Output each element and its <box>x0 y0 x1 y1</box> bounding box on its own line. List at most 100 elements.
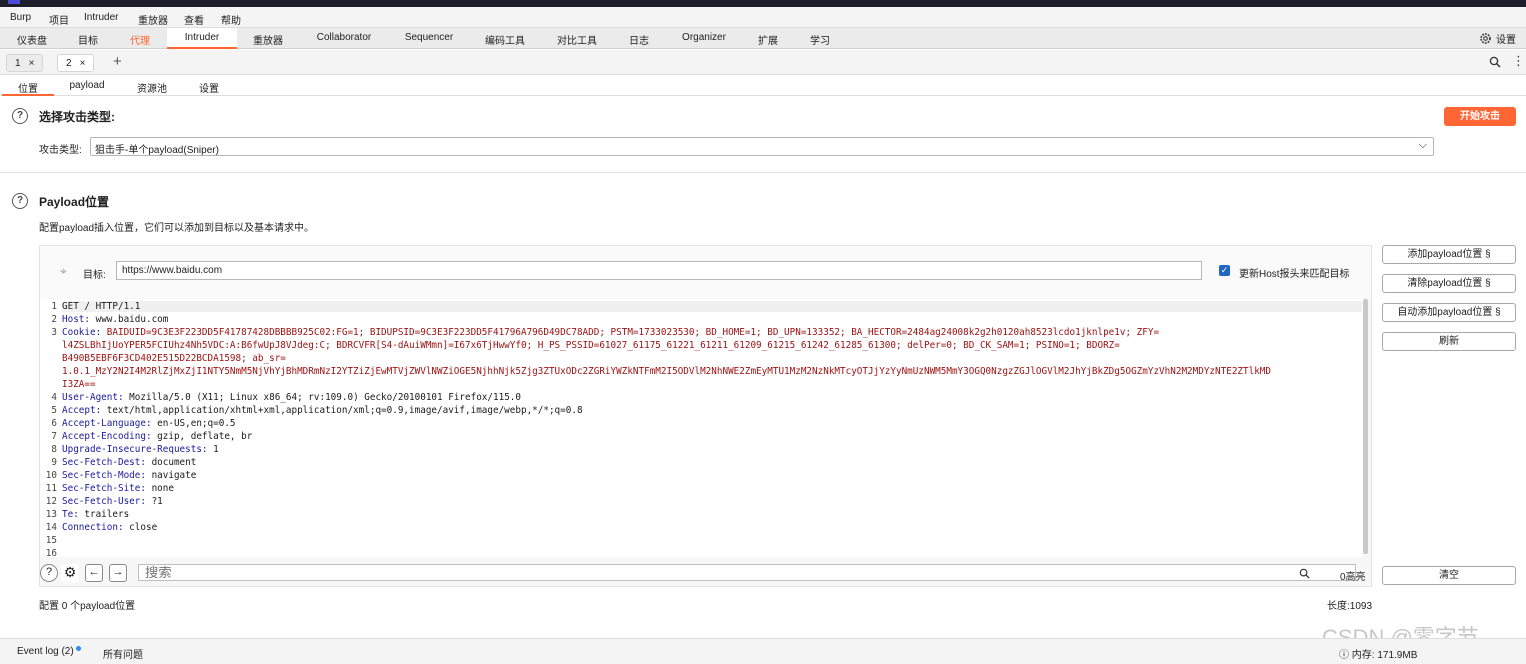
app-logo <box>8 0 20 4</box>
request-line[interactable]: Connection: close <box>62 522 157 533</box>
line-number: 5 <box>51 405 57 416</box>
request-tab-bar: 1 × 2 × + ⋮ <box>0 50 1526 75</box>
start-attack-button[interactable]: 开始攻击 <box>1444 107 1516 126</box>
tab-sequencer[interactable]: Sequencer <box>394 28 464 48</box>
notification-dot-icon <box>75 646 81 651</box>
attack-type-value: 狙击手-单个payload(Sniper) <box>95 145 219 156</box>
info-icon: ⓘ <box>1339 650 1352 661</box>
plus-icon[interactable]: + <box>113 53 122 70</box>
menu-repeater[interactable]: 重放器 <box>138 12 168 27</box>
request-line[interactable]: Cookie: BAIDUID=9C3E3F223DD5F41787428DBB… <box>62 327 1159 338</box>
attack-type-select[interactable]: 狙击手-单个payload(Sniper) ⌵ <box>90 137 1434 156</box>
close-icon[interactable]: × <box>80 58 86 69</box>
search-bar: ? ⚙ ← → 0高亮 <box>40 559 1371 586</box>
search-icon[interactable] <box>1489 56 1501 68</box>
tab-payloads[interactable]: payload <box>62 76 112 96</box>
tab-extensions[interactable]: 扩展 <box>750 28 786 48</box>
tab-learn[interactable]: 学习 <box>802 28 838 48</box>
tab-settings-sub[interactable]: 设置 <box>188 76 230 96</box>
tab-dashboard[interactable]: 仪表盘 <box>6 28 58 48</box>
request-line[interactable]: Accept-Language: en-US,en;q=0.5 <box>62 418 236 429</box>
menu-view[interactable]: 查看 <box>184 12 204 27</box>
request-tab-1[interactable]: 1 × <box>6 54 44 72</box>
payload-positions-description: 配置payload插入位置，它们可以添加到目标以及基本请求中。 <box>39 223 315 234</box>
menu-intruder[interactable]: Intruder <box>84 12 118 23</box>
line-number: 1 <box>51 301 57 312</box>
search-icon[interactable] <box>1299 568 1310 579</box>
search-input[interactable] <box>138 564 1356 581</box>
editor-scrollbar[interactable] <box>1363 299 1368 554</box>
section-divider <box>0 172 1526 173</box>
memory-indicator: ⓘ 内存: 171.9MB <box>1339 646 1417 661</box>
highlight-count: 0高亮 <box>1340 572 1366 583</box>
line-number: 14 <box>45 522 57 533</box>
line-number: 4 <box>51 392 57 403</box>
sub-tab-bar: 位置 payload 资源池 设置 <box>0 76 1526 96</box>
request-line[interactable]: B490B5EBF6F3CD402E515D22BCDA1598; ab_sr= <box>62 353 286 364</box>
clear-button[interactable]: 清空 <box>1382 566 1516 585</box>
request-line[interactable]: Accept-Encoding: gzip, deflate, br <box>62 431 252 442</box>
auto-add-payload-positions-button[interactable]: 自动添加payload位置 § <box>1382 303 1516 322</box>
request-body-editor[interactable]: 1 GET / HTTP/1.1 2 Host: www.baidu.com 3 Cook… <box>40 299 1363 559</box>
tab-comparer[interactable]: 对比工具 <box>546 28 608 48</box>
gear-icon[interactable]: ⚙ <box>61 564 79 582</box>
line-number: 2 <box>51 314 57 325</box>
event-log-link[interactable]: Event log (2) <box>17 646 81 657</box>
request-line[interactable]: User-Agent: Mozilla/5.0 (X11; Linux x86_… <box>62 392 521 403</box>
clear-payload-positions-button[interactable]: 清除payload位置 § <box>1382 274 1516 293</box>
help-icon[interactable]: ? <box>12 108 28 124</box>
close-icon[interactable]: × <box>29 58 35 69</box>
refresh-button[interactable]: 刷新 <box>1382 332 1516 351</box>
add-payload-position-button[interactable]: 添加payload位置 § <box>1382 245 1516 264</box>
more-vertical-icon[interactable]: ⋮ <box>1512 53 1525 69</box>
request-line[interactable]: l4ZSLBhIjUoYPER5FCIUhz4Nh5VDC:A:B6fwUpJ8… <box>62 340 1120 351</box>
menu-project[interactable]: 项目 <box>49 12 69 27</box>
tab-proxy[interactable]: 代理 <box>118 28 162 48</box>
status-bar: Event log (2) 所有问题 ⓘ 内存: 171.9MB <box>0 638 1526 664</box>
tab-resource-pool[interactable]: 资源池 <box>128 76 176 96</box>
request-line[interactable]: Accept: text/html,application/xhtml+xml,… <box>62 405 583 416</box>
settings-button[interactable]: 设置 <box>1479 31 1516 46</box>
request-line[interactable]: Host: www.baidu.com <box>62 314 168 325</box>
help-icon[interactable]: ? <box>12 193 28 209</box>
tab-collaborator[interactable]: Collaborator <box>305 28 383 48</box>
menu-burp[interactable]: Burp <box>10 12 31 23</box>
tab-organizer[interactable]: Organizer <box>670 28 738 48</box>
request-tab-2[interactable]: 2 × <box>57 54 95 72</box>
request-line[interactable]: Sec-Fetch-Mode: navigate <box>62 470 196 481</box>
tab-logger[interactable]: 日志 <box>618 28 660 48</box>
request-line[interactable]: GET / HTTP/1.1 <box>62 301 1362 312</box>
request-line[interactable]: Sec-Fetch-Dest: document <box>62 457 196 468</box>
arrow-left-icon[interactable]: ← <box>85 564 103 582</box>
memory-label: 内存: 171.9MB <box>1351 650 1418 661</box>
main-tab-bar: 仪表盘 目标 代理 Intruder 重放器 Collaborator Sequ… <box>0 28 1526 49</box>
update-host-label: 更新Host报头来匹配目标 <box>1239 269 1350 280</box>
tab-decoder[interactable]: 编码工具 <box>474 28 536 48</box>
line-number: 3 <box>51 327 57 338</box>
request-line[interactable]: Upgrade-Insecure-Requests: 1 <box>62 444 219 455</box>
line-number: 10 <box>45 470 57 481</box>
request-line[interactable]: 1.0.1_MzY2N2I4M2RlZjMxZjI1NTY5NmM5NjVhYj… <box>62 366 1271 377</box>
tab-intruder[interactable]: Intruder <box>167 28 237 49</box>
line-number: 6 <box>51 418 57 429</box>
help-icon[interactable]: ? <box>40 564 58 582</box>
line-number: 8 <box>51 444 57 455</box>
target-url-input[interactable]: https://www.baidu.com <box>116 261 1202 280</box>
attack-type-title: 选择攻击类型: <box>39 110 115 124</box>
tab-repeater[interactable]: 重放器 <box>242 28 294 48</box>
menu-help[interactable]: 帮助 <box>221 12 241 27</box>
all-issues-link[interactable]: 所有问题 <box>103 646 143 661</box>
update-host-checkbox[interactable]: ✓ <box>1219 265 1230 276</box>
line-number: 13 <box>45 509 57 520</box>
tab-positions[interactable]: 位置 <box>2 76 54 96</box>
menu-bar: Burp 项目 Intruder 重放器 查看 帮助 <box>0 7 1526 28</box>
arrow-right-icon[interactable]: → <box>109 564 127 582</box>
payload-position-count: 配置 0 个payload位置 <box>39 601 136 612</box>
line-number: 16 <box>45 548 57 559</box>
request-line[interactable]: Sec-Fetch-Site: none <box>62 483 174 494</box>
tab-target[interactable]: 目标 <box>66 28 110 48</box>
request-line[interactable]: Sec-Fetch-User: ?1 <box>62 496 163 507</box>
line-number: 15 <box>45 535 57 546</box>
request-line[interactable]: Te: trailers <box>62 509 129 520</box>
request-line[interactable]: I3ZA== <box>62 379 96 390</box>
